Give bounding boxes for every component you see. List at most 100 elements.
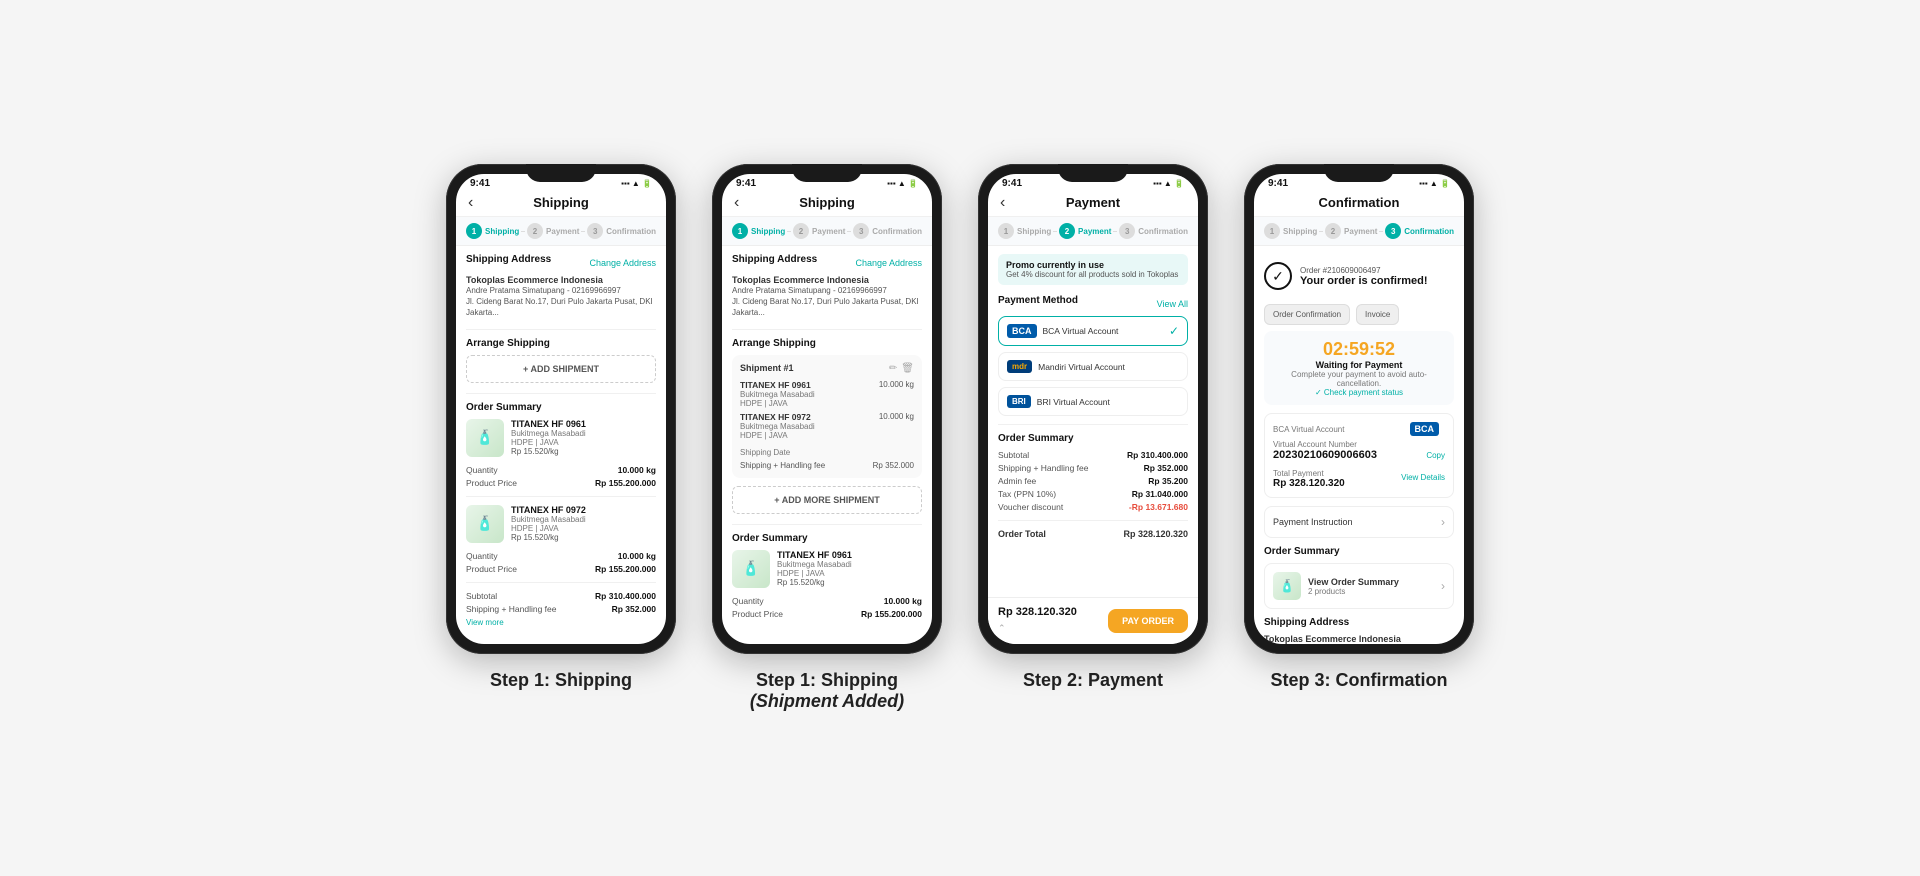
total-pay-label-4: Total Payment [1273,469,1345,478]
back-btn-1[interactable]: ‹ [468,194,473,212]
step-circle-1-2: 2 [527,223,543,239]
subtotal-row-3: Subtotal Rp 310.400.000 [998,450,1188,460]
address-header-1: Shipping Address Change Address [466,254,656,271]
total-row-3: Order Total Rp 328.120.320 [998,529,1188,539]
handling-fee-row-2: Shipping + Handling fee Rp 352.000 [740,461,914,470]
status-time-2: 9:41 [736,178,756,189]
back-btn-2[interactable]: ‹ [734,194,739,212]
payment-bri-3[interactable]: BRI BRI Virtual Account [998,387,1188,416]
payment-method-title-3: Payment Method [998,295,1078,306]
step-circle-2-1: 1 [732,223,748,239]
phone3: 9:41 ▪▪▪ ▲ 🔋 ‹ Payment 1 Shipping 2 Paym… [978,164,1208,654]
payment-mandiri-3[interactable]: mdr Mandiri Virtual Account [998,352,1188,381]
screen-content-4: ✓ Order #210609006497 Your order is conf… [1254,246,1464,644]
product-price-1-1: Rp 15.520/kg [511,447,656,456]
virtual-account-label-4: Virtual Account Number [1273,440,1445,449]
add-more-btn-2[interactable]: + ADD MORE SHIPMENT [732,486,922,514]
step-line-4-2 [1379,231,1383,232]
bca-logo-3: BCA [1007,324,1037,338]
notch2 [792,164,862,182]
address-block-1: Shipping Address Change Address Tokoplas… [466,254,656,319]
screen-title-3: Payment [1066,195,1120,210]
handling-label-1: Shipping + Handling fee [466,604,557,614]
pprice-label-1-1: Product Price [466,478,517,488]
step-circle-3-1: 1 [998,223,1014,239]
bottom-total-3: Rp 328.120.320 ⌃ [998,606,1077,636]
products-count-4: 2 products [1308,587,1399,596]
divider-1b [466,393,656,394]
pprice-val-1-2: Rp 155.200.000 [595,564,656,574]
contact-2: Andre Pratama Simatupang - 02169966997 [732,285,922,296]
order-summary-title-3: Order Summary [998,433,1188,444]
chevron-right-4: › [1441,515,1445,529]
shipment-header-2: Shipment #1 ✏ 🗑 [740,363,914,374]
product-img-1-2: 🧴 [466,505,504,543]
mini-img-4: 🧴 [1273,572,1301,600]
back-btn-3[interactable]: ‹ [1000,194,1005,212]
check-status-4[interactable]: ✓ Check payment status [1272,388,1446,397]
pprice-label-2-1: Product Price [732,609,783,619]
screen-header-1: ‹ Shipping [456,191,666,217]
step-label-3-3: Confirmation [1138,227,1188,236]
order-num-4: Order #210609006497 [1300,266,1428,275]
step2-1: 1 Shipping [732,223,785,239]
change-address-btn-2[interactable]: Change Address [855,258,922,268]
step3-2: 2 Payment [1059,223,1111,239]
shipment-item-row-2-1: TITANEX HF 0961 Bukitmega Masabadi HDPE … [740,380,914,412]
step-circle-4-1: 1 [1264,223,1280,239]
bottom-amount-3: Rp 328.120.320 [998,606,1077,618]
steps-bar-4: 1 Shipping 2 Payment 3 Confirmation [1254,217,1464,246]
product-type-1-1: HDPE | JAVA [511,438,656,447]
copy-btn-4[interactable]: Copy [1426,451,1445,460]
qty-label-1-1: Quantity [466,465,498,475]
qty-label-2-1: Quantity [732,596,764,606]
product-brand-1-2: Bukitmega Masabadi [511,515,656,524]
order-confirmation-btn-4[interactable]: Order Confirmation [1264,304,1350,325]
status-icons-4: ▪▪▪ ▲ 🔋 [1419,179,1450,188]
qty-val-1-2: 10.000 kg [618,551,656,561]
view-more-1[interactable]: View more [466,618,504,627]
step1-1: 1 Shipping [466,223,519,239]
status-icons-3: ▪▪▪ ▲ 🔋 [1153,179,1184,188]
product-info-2-1: TITANEX HF 0961 Bukitmega Masabadi HDPE … [777,550,922,588]
subtotal-val-1: Rp 310.400.000 [595,591,656,601]
confirm-check-circle-4: ✓ [1264,262,1292,290]
step-label-4-1: Shipping [1283,227,1317,236]
screen-title-2: Shipping [799,195,855,210]
admin-label-3: Admin fee [998,476,1036,486]
divider-2b [732,524,922,525]
pay-btn-3[interactable]: PAY ORDER [1108,609,1188,633]
company-name-4: Tokoplas Ecommerce Indonesia [1264,634,1454,644]
add-shipment-btn-1[interactable]: + ADD SHIPMENT [466,355,656,383]
invoice-btn-4[interactable]: Invoice [1356,304,1399,325]
step-circle-2-3: 3 [853,223,869,239]
order-summary-title-1: Order Summary [466,402,656,413]
company-name-1: Tokoplas Ecommerce Indonesia [466,275,656,285]
shipping-address-title-4: Shipping Address [1264,617,1454,628]
view-details-btn-4[interactable]: View Details [1401,473,1445,482]
total-val-3: Rp 328.120.320 [1123,529,1188,539]
change-address-btn-1[interactable]: Change Address [589,258,656,268]
step-label-1-1: Shipping [485,227,519,236]
bca-logo-4: BCA [1410,422,1440,436]
shipment-icons-2: ✏ 🗑 [889,363,914,374]
payment-instruction-4[interactable]: Payment Instruction › [1264,506,1454,538]
confirm-text-block-4: Order #210609006497 Your order is confir… [1300,266,1428,287]
step1-2: 2 Payment [527,223,579,239]
account-num-4: 20230210609006603 [1273,449,1377,461]
product-price-2-1: Rp 15.520/kg [777,578,922,587]
order-summary-card-4[interactable]: 🧴 View Order Summary 2 products › [1264,563,1454,609]
payment-bca-3[interactable]: BCA BCA Virtual Account ✓ [998,316,1188,346]
timer-label-4: Waiting for Payment [1272,360,1446,370]
view-order-text-4: View Order Summary [1308,577,1399,587]
notch1 [526,164,596,182]
shipment-item-2-2: TITANEX HF 0972 Bukitmega Masabadi HDPE … [740,412,815,440]
shipment-item-2-1: TITANEX HF 0961 Bukitmega Masabadi HDPE … [740,380,815,408]
qty-row-2-1: Quantity 10.000 kg [732,596,922,606]
view-all-btn-3[interactable]: View All [1157,299,1188,309]
step-label-3-1: Shipping [1017,227,1051,236]
screen-header-4: Confirmation [1254,191,1464,217]
order-summary-text-4: View Order Summary 2 products [1308,577,1399,596]
edit-icon-2[interactable]: ✏ [889,363,897,374]
delete-icon-2[interactable]: 🗑 [901,363,914,374]
